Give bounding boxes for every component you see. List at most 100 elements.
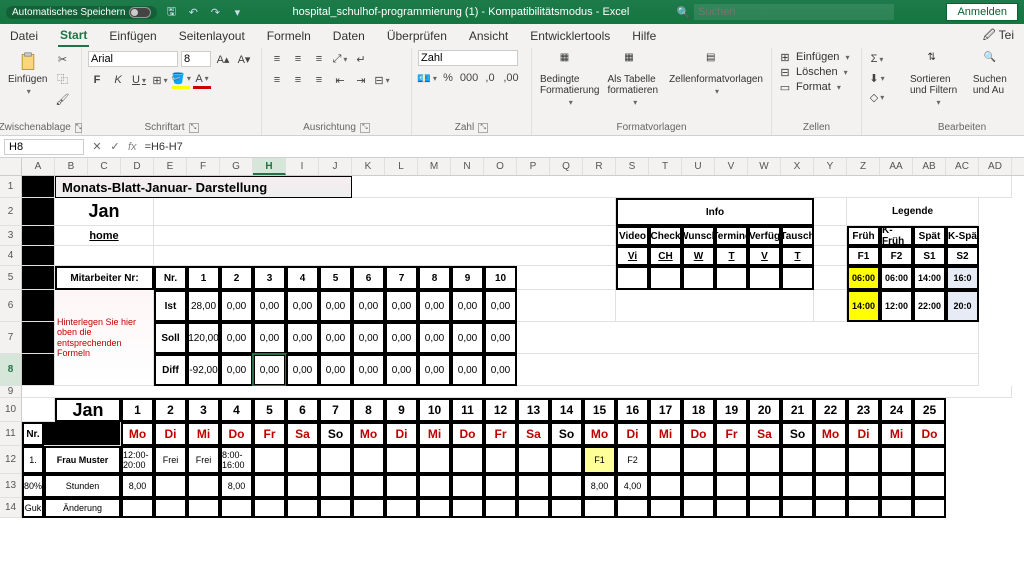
col-header-O[interactable]: O <box>484 158 517 175</box>
customize-qat-icon[interactable]: ▾ <box>229 4 245 20</box>
formula-bar[interactable]: =H6-H7 <box>141 140 1024 154</box>
alignment-dialog-icon[interactable]: ⤡ <box>360 123 370 133</box>
row-header-5[interactable]: 5 <box>0 266 22 290</box>
enter-formula-icon[interactable]: ✓ <box>106 138 124 156</box>
decrease-indent-icon[interactable]: ⇤ <box>331 71 349 89</box>
tab-ansicht[interactable]: Ansicht <box>467 26 510 46</box>
fill-color-icon[interactable]: 🪣▾ <box>172 71 190 89</box>
row-header-2[interactable]: 2 <box>0 198 22 226</box>
font-dialog-icon[interactable]: ⤡ <box>189 123 199 133</box>
increase-font-icon[interactable]: A▴ <box>214 50 232 68</box>
autosave-toggle[interactable]: Automatisches Speichern <box>6 6 157 19</box>
col-header-X[interactable]: X <box>781 158 814 175</box>
currency-icon[interactable]: 💶▾ <box>418 69 436 87</box>
col-header-H[interactable]: H <box>253 158 286 175</box>
align-bottom-icon[interactable]: ≡ <box>310 50 328 68</box>
col-header-S[interactable]: S <box>616 158 649 175</box>
row-header-9[interactable]: 9 <box>0 386 22 398</box>
col-header-G[interactable]: G <box>220 158 253 175</box>
cell-styles-button[interactable]: ▤Zellenformatvorlagen▾ <box>667 50 765 98</box>
paste-button[interactable]: Einfügen▾ <box>6 50 49 98</box>
col-header-L[interactable]: L <box>385 158 418 175</box>
tab-ueberpruefen[interactable]: Überprüfen <box>385 26 449 46</box>
row-header-7[interactable]: 7 <box>0 322 22 354</box>
italic-button[interactable]: K <box>109 71 127 89</box>
sort-filter-button[interactable]: ⇅Sortieren und Filtern▾ <box>908 50 967 109</box>
home-link[interactable]: home <box>55 226 154 246</box>
decrease-font-icon[interactable]: A▾ <box>235 50 253 68</box>
cancel-formula-icon[interactable]: ✕ <box>88 138 106 156</box>
search-input[interactable] <box>694 4 894 20</box>
align-right-icon[interactable]: ≡ <box>310 71 328 89</box>
increase-decimal-icon[interactable]: ,0 <box>481 69 499 87</box>
fill-icon[interactable]: ⬇▾ <box>868 69 886 87</box>
row-header-1[interactable]: 1 <box>0 176 22 198</box>
row-header-4[interactable]: 4 <box>0 246 22 266</box>
col-header-I[interactable]: I <box>286 158 319 175</box>
bold-button[interactable]: F <box>88 71 106 89</box>
tab-seitenlayout[interactable]: Seitenlayout <box>177 26 247 46</box>
col-header-Z[interactable]: Z <box>847 158 880 175</box>
col-header-J[interactable]: J <box>319 158 352 175</box>
conditional-formatting-button[interactable]: ▦Bedingte Formatierung▾ <box>538 50 601 109</box>
format-cells-button[interactable]: ▭Format▾ <box>778 80 841 94</box>
underline-button[interactable]: U▾ <box>130 71 148 89</box>
wrap-text-icon[interactable]: ↵ <box>352 50 370 68</box>
col-header-U[interactable]: U <box>682 158 715 175</box>
row-header-3[interactable]: 3 <box>0 226 22 246</box>
number-format-select[interactable] <box>418 50 518 66</box>
tab-daten[interactable]: Daten <box>331 26 367 46</box>
autosum-icon[interactable]: Σ▾ <box>868 50 886 68</box>
borders-icon[interactable]: ⊞▾ <box>151 71 169 89</box>
col-header-R[interactable]: R <box>583 158 616 175</box>
row-header-8[interactable]: 8 <box>0 354 22 386</box>
tab-share[interactable]: 🖉 Tei <box>981 23 1016 50</box>
col-header-W[interactable]: W <box>748 158 781 175</box>
format-painter-icon[interactable]: 🖌 <box>53 90 71 108</box>
tab-datei[interactable]: Datei <box>8 26 40 46</box>
col-header-AD[interactable]: AD <box>979 158 1012 175</box>
login-button[interactable]: Anmelden <box>946 3 1018 21</box>
find-select-button[interactable]: 🔍Suchen und Au <box>971 50 1016 98</box>
row-header-11[interactable]: 11 <box>0 422 22 446</box>
col-header-B[interactable]: B <box>55 158 88 175</box>
row-header-10[interactable]: 10 <box>0 398 22 422</box>
col-header-F[interactable]: F <box>187 158 220 175</box>
col-header-Y[interactable]: Y <box>814 158 847 175</box>
cut-icon[interactable]: ✂ <box>53 50 71 68</box>
increase-indent-icon[interactable]: ⇥ <box>352 71 370 89</box>
name-box[interactable] <box>4 139 84 155</box>
tab-einfuegen[interactable]: Einfügen <box>107 26 158 46</box>
col-header-D[interactable]: D <box>121 158 154 175</box>
align-left-icon[interactable]: ≡ <box>268 71 286 89</box>
search-box[interactable]: 🔍 <box>676 4 926 20</box>
col-header-T[interactable]: T <box>649 158 682 175</box>
copy-icon[interactable]: ⿻ <box>53 70 71 88</box>
tab-formeln[interactable]: Formeln <box>265 26 313 46</box>
percent-icon[interactable]: % <box>439 69 457 87</box>
font-size-select[interactable] <box>181 51 211 67</box>
font-name-select[interactable] <box>88 51 178 67</box>
row-header-14[interactable]: 14 <box>0 498 22 518</box>
number-dialog-icon[interactable]: ⤡ <box>478 123 488 133</box>
select-all-corner[interactable] <box>0 158 22 175</box>
col-header-Q[interactable]: Q <box>550 158 583 175</box>
col-header-K[interactable]: K <box>352 158 385 175</box>
align-center-icon[interactable]: ≡ <box>289 71 307 89</box>
delete-cells-button[interactable]: ⊟Löschen▾ <box>778 65 848 79</box>
orientation-icon[interactable]: ⤢▾ <box>331 50 349 68</box>
undo-icon[interactable]: ↶ <box>185 4 201 20</box>
tab-entwickler[interactable]: Entwicklertools <box>528 26 612 46</box>
insert-cells-button[interactable]: ⊞Einfügen▾ <box>778 50 849 64</box>
format-as-table-button[interactable]: ▦Als Tabelle formatieren▾ <box>605 50 663 109</box>
row-header-6[interactable]: 6 <box>0 290 22 322</box>
col-header-A[interactable]: A <box>22 158 55 175</box>
align-top-icon[interactable]: ≡ <box>268 50 286 68</box>
col-header-AA[interactable]: AA <box>880 158 913 175</box>
merge-icon[interactable]: ⊟▾ <box>373 71 391 89</box>
col-header-M[interactable]: M <box>418 158 451 175</box>
font-color-icon[interactable]: A▾ <box>193 71 211 89</box>
clear-icon[interactable]: ◇▾ <box>868 88 886 106</box>
row-header-12[interactable]: 12 <box>0 446 22 474</box>
thousands-icon[interactable]: 000 <box>460 69 478 87</box>
